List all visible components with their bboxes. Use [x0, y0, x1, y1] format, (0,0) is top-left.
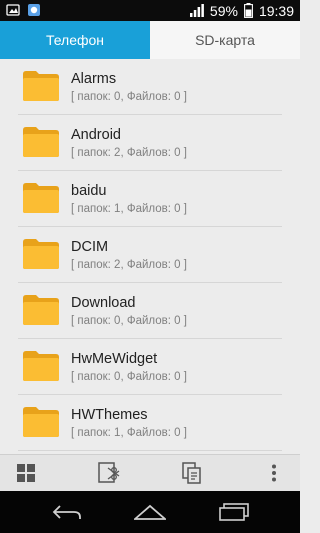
folder-info: [ папок: 0, Файлов: 0 ] — [71, 315, 187, 327]
back-button[interactable] — [37, 491, 97, 533]
folder-name: HWThemes — [71, 407, 148, 423]
system-nav-bar — [0, 491, 300, 533]
folder-name: HwMeWidget — [71, 351, 158, 367]
folder-icon — [23, 71, 59, 101]
home-button[interactable] — [120, 491, 180, 533]
status-right: 59% 19:39 — [189, 2, 294, 19]
cut-button[interactable] — [89, 455, 129, 491]
folder-row-baidu[interactable]: baidu [ папок: 1, Файлов: 0 ] — [18, 171, 282, 227]
folder-row-download[interactable]: Download [ папок: 0, Файлов: 0 ] — [18, 283, 282, 339]
folder-row-alarms[interactable]: Alarms [ папок: 0, Файлов: 0 ] — [18, 59, 282, 115]
folder-info: [ папок: 1, Файлов: 0 ] — [71, 203, 187, 215]
folder-icon — [23, 239, 59, 269]
grid-view-icon — [17, 464, 35, 482]
folder-icon — [23, 183, 59, 213]
notification-icon — [6, 4, 20, 16]
folder-name: Download — [71, 295, 136, 311]
folder-name: baidu — [71, 183, 107, 199]
paste-button[interactable] — [172, 455, 212, 491]
tab-sd-card[interactable]: SD-карта — [150, 21, 300, 59]
grid-view-button[interactable] — [6, 455, 46, 491]
storage-tabs: Телефон SD-карта — [0, 21, 300, 60]
folder-info: [ папок: 0, Файлов: 0 ] — [71, 91, 187, 103]
folder-name: Alarms — [71, 71, 117, 87]
more-icon — [272, 464, 276, 482]
folder-list[interactable]: Alarms [ папок: 0, Файлов: 0 ] Android [… — [0, 59, 300, 454]
tab-phone[interactable]: Телефон — [0, 21, 150, 59]
folder-name: DCIM — [71, 239, 109, 255]
folder-row-android[interactable]: Android [ папок: 2, Файлов: 0 ] — [18, 115, 282, 171]
status-notifications — [6, 3, 41, 17]
folder-info: [ папок: 2, Файлов: 0 ] — [71, 147, 187, 159]
clock: 19:39 — [258, 2, 294, 19]
status-bar: 59% 19:39 — [0, 0, 300, 21]
folder-info: [ папок: 1, Файлов: 0 ] — [71, 427, 187, 439]
recents-button[interactable] — [204, 491, 264, 533]
folder-info: [ папок: 2, Файлов: 0 ] — [71, 259, 187, 271]
home-icon — [134, 504, 166, 520]
back-icon — [52, 505, 81, 519]
signal-icon — [189, 4, 204, 17]
folder-icon — [23, 127, 59, 157]
folder-icon — [23, 295, 59, 325]
folder-info: [ папок: 0, Файлов: 0 ] — [71, 371, 187, 383]
folder-row-dcim[interactable]: DCIM [ папок: 2, Файлов: 0 ] — [18, 227, 282, 283]
cut-icon — [98, 462, 120, 483]
folder-row-hwmewidget[interactable]: HwMeWidget [ папок: 0, Файлов: 0 ] — [18, 339, 282, 395]
recents-icon — [219, 503, 249, 521]
paste-icon — [182, 462, 201, 484]
folder-icon — [23, 351, 59, 381]
folder-icon — [23, 407, 59, 437]
folder-row-hwthemes[interactable]: HWThemes [ папок: 1, Файлов: 0 ] — [18, 395, 282, 451]
battery-icon — [244, 3, 253, 18]
more-button[interactable] — [254, 455, 294, 491]
app-notification-icon — [28, 4, 40, 16]
action-toolbar — [0, 454, 300, 491]
folder-name: Android — [71, 127, 121, 143]
battery-percent: 59% — [209, 2, 238, 19]
